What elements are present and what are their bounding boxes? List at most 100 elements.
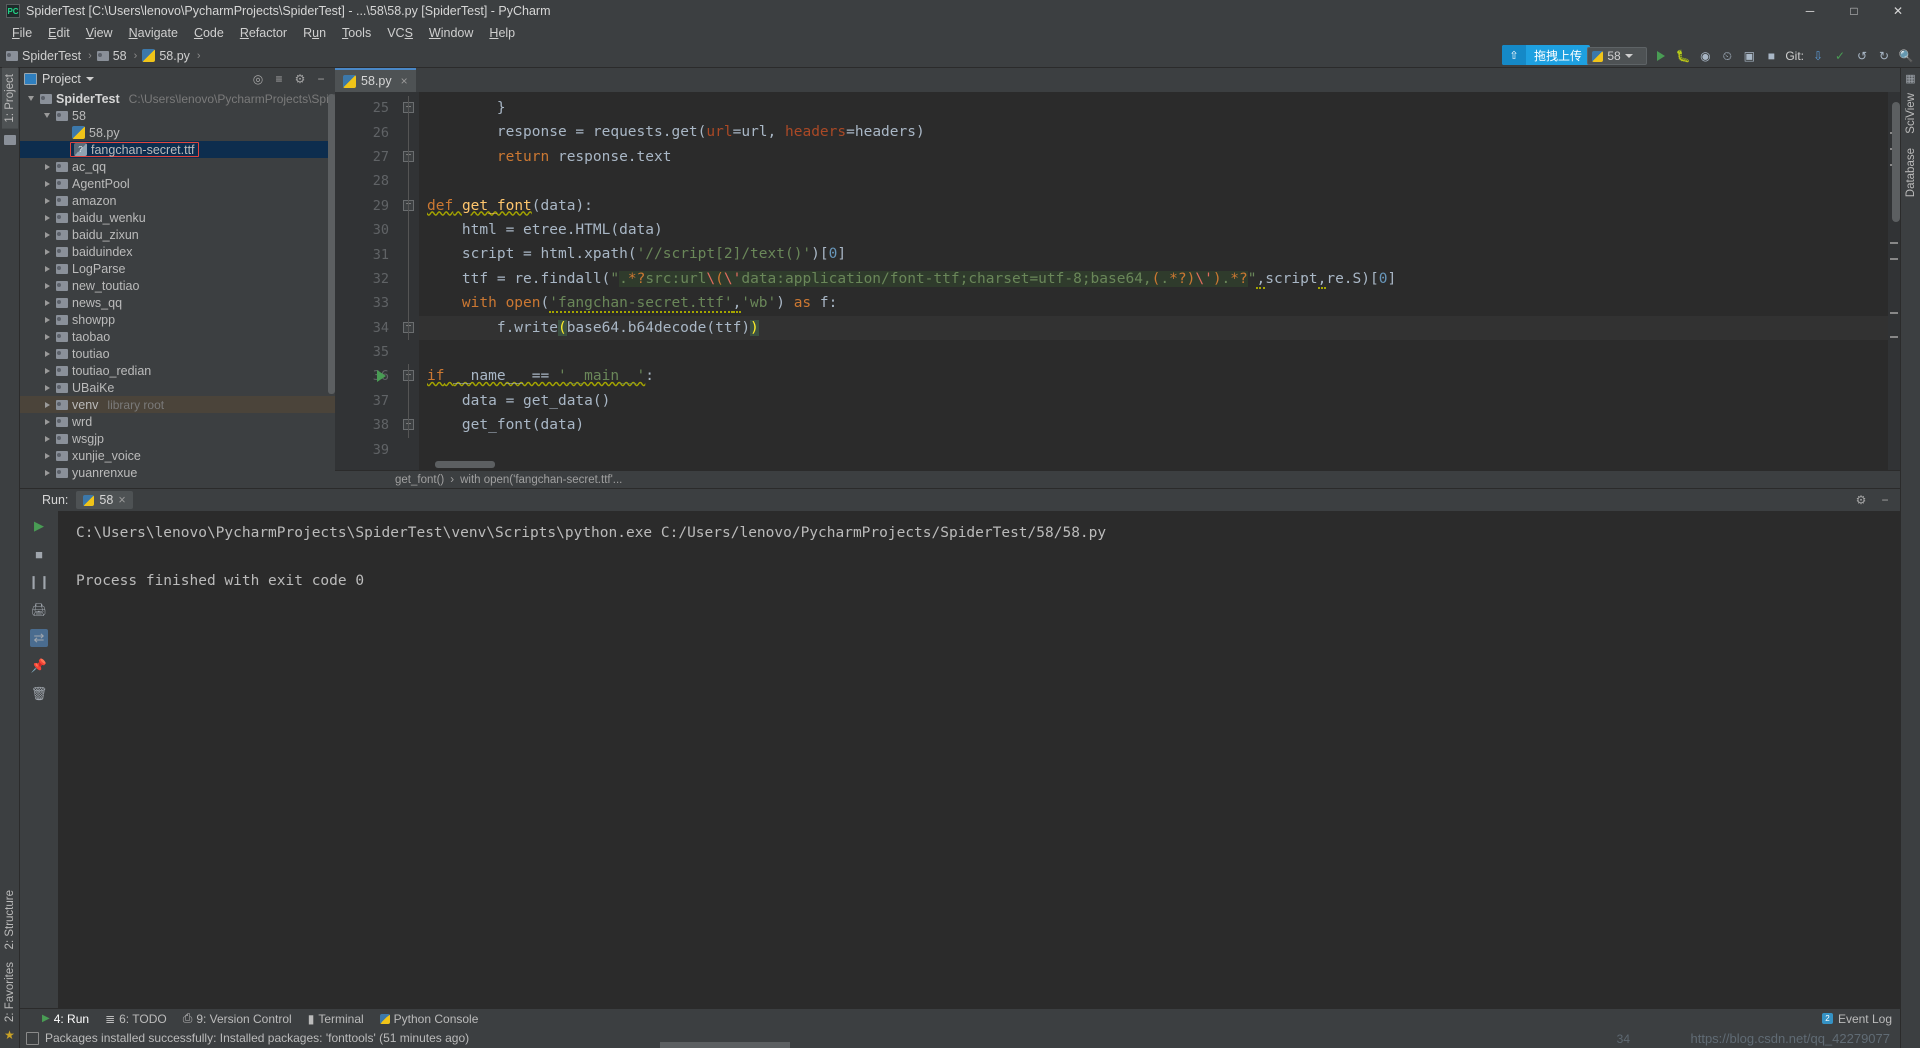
tool-tab-favorites[interactable]: 2: Favorites xyxy=(2,956,18,1028)
code-line[interactable]: f.write(base64.b64decode(ttf)) xyxy=(419,315,1900,340)
rerun-icon[interactable]: ▶ xyxy=(30,517,48,535)
editor-fold-column[interactable]: −−−−−− xyxy=(397,92,419,470)
code-line[interactable]: if __name__ == '__main__': xyxy=(419,364,1900,388)
run-line-icon[interactable] xyxy=(377,370,386,383)
history-icon[interactable]: ↻ xyxy=(1876,48,1892,64)
chevron-right-icon[interactable] xyxy=(42,281,52,291)
commit-icon[interactable]: ✓ xyxy=(1832,48,1848,64)
soft-wrap-icon[interactable]: ⇄ xyxy=(30,629,48,647)
chevron-right-icon[interactable] xyxy=(42,315,52,325)
chevron-right-icon[interactable] xyxy=(42,264,52,274)
code-line[interactable]: } xyxy=(419,96,1900,120)
chevron-down-icon[interactable] xyxy=(26,94,36,104)
breadcrumb-58py[interactable]: 58.py › xyxy=(142,49,203,63)
attach-button[interactable]: ■ xyxy=(1763,48,1779,64)
run-tab-58[interactable]: 58 × xyxy=(76,491,133,509)
tree-row[interactable]: 58 xyxy=(20,107,335,124)
chevron-right-icon[interactable] xyxy=(42,349,52,359)
chevron-right-icon[interactable] xyxy=(42,247,52,257)
tree-row[interactable]: UBaiKe xyxy=(20,379,335,396)
gear-icon[interactable]: ⚙ xyxy=(293,72,307,86)
bottom-tab-todo[interactable]: ≣ 6: TODO xyxy=(105,1012,167,1026)
tree-row[interactable]: new_toutiao xyxy=(20,277,335,294)
tree-row[interactable]: yuanrenxue xyxy=(20,464,335,481)
status-scrollbar[interactable] xyxy=(660,1042,790,1048)
breadcrumb-statement[interactable]: with open('fangchan-secret.ttf'... xyxy=(460,474,622,486)
tree-row[interactable]: toutiao_redian xyxy=(20,362,335,379)
code-line[interactable] xyxy=(419,437,1900,461)
editor-body[interactable]: 25 26 27 28 29 30 31 32 33 34 35 36 37 38 39 −−−−−− } … xyxy=(335,92,1900,470)
tree-row[interactable]: LogParse xyxy=(20,260,335,277)
search-icon[interactable]: 🔍 xyxy=(1898,48,1914,64)
hide-icon[interactable]: − xyxy=(314,72,328,86)
breadcrumb-spidertest[interactable]: SpiderTest › xyxy=(6,49,95,63)
tree-row[interactable]: baidu_zixun xyxy=(20,226,335,243)
event-log-button[interactable]: 2 Event Log xyxy=(1821,1012,1892,1026)
menu-edit[interactable]: Edit xyxy=(40,24,78,42)
debug-button[interactable]: 🐛 xyxy=(1675,48,1691,64)
code-line[interactable] xyxy=(419,169,1900,193)
code-line[interactable]: html = etree.HTML(data) xyxy=(419,218,1900,242)
locate-icon[interactable]: ◎ xyxy=(251,72,265,86)
code-line[interactable]: ttf = re.findall(".*?src:url\(\'data:app… xyxy=(419,267,1900,291)
run-button[interactable] xyxy=(1653,48,1669,64)
chevron-right-icon[interactable] xyxy=(42,213,52,223)
code-line[interactable]: with open('fangchan-secret.ttf','wb') as… xyxy=(419,291,1900,315)
chevron-right-icon[interactable] xyxy=(42,230,52,240)
editor-vertical-scrollbar[interactable] xyxy=(1892,102,1900,222)
code-line[interactable]: data = get_data() xyxy=(419,389,1900,413)
code-line[interactable]: response = requests.get(url=url, headers… xyxy=(419,120,1900,144)
tree-row[interactable]: ? fangchan-secret.ttf xyxy=(20,141,335,158)
pause-icon[interactable]: ❙❙ xyxy=(28,573,50,591)
profile-button[interactable]: ⏲ xyxy=(1719,48,1735,64)
gear-icon[interactable]: ⚙ xyxy=(1854,493,1868,507)
code-line[interactable]: def get_font(data): xyxy=(419,194,1900,218)
breadcrumb-58[interactable]: 58 › xyxy=(96,49,141,63)
menu-vcs[interactable]: VCS xyxy=(379,24,421,42)
stop-button[interactable]: ▣ xyxy=(1741,48,1757,64)
tree-row[interactable]: wsgjp xyxy=(20,430,335,447)
chevron-right-icon[interactable] xyxy=(42,298,52,308)
project-tree[interactable]: SpiderTest C:\Users\lenovo\PycharmProject… xyxy=(20,90,335,488)
editor-gutter[interactable]: 25 26 27 28 29 30 31 32 33 34 35 36 37 38 39 xyxy=(335,92,397,470)
code-line[interactable]: get_font(data) xyxy=(419,413,1900,437)
tool-tab-database[interactable]: Database xyxy=(1903,142,1919,203)
menu-navigate[interactable]: Navigate xyxy=(121,24,186,42)
chevron-right-icon[interactable] xyxy=(42,417,52,427)
tree-row[interactable]: news_qq xyxy=(20,294,335,311)
chevron-right-icon[interactable] xyxy=(42,162,52,172)
close-icon[interactable]: × xyxy=(118,493,125,507)
bottom-tab-terminal[interactable]: ▮ Terminal xyxy=(308,1012,364,1026)
breadcrumb-function[interactable]: get_font() xyxy=(395,474,444,486)
close-icon[interactable]: × xyxy=(401,74,408,88)
tree-row[interactable]: baiduindex xyxy=(20,243,335,260)
chevron-right-icon[interactable] xyxy=(42,468,52,478)
run-configuration-selector[interactable]: 58 xyxy=(1587,47,1648,65)
bottom-tab-python-console[interactable]: Python Console xyxy=(379,1012,478,1026)
menu-view[interactable]: View xyxy=(78,24,121,42)
menu-run[interactable]: Run xyxy=(295,24,334,42)
close-button[interactable]: ✕ xyxy=(1876,0,1920,22)
code-line[interactable]: script = html.xpath('//script[2]/text()'… xyxy=(419,242,1900,266)
chevron-right-icon[interactable] xyxy=(42,196,52,206)
tool-tab-project[interactable]: 1: Project xyxy=(1,68,18,129)
bottom-tab-run[interactable]: ▶ 4: Run xyxy=(42,1012,89,1026)
tree-row[interactable]: toutiao xyxy=(20,345,335,362)
code-line[interactable]: return response.text xyxy=(419,145,1900,169)
pin-icon[interactable]: 📌 xyxy=(30,657,48,675)
tree-row[interactable]: xunjie_voice xyxy=(20,447,335,464)
chevron-right-icon[interactable] xyxy=(42,400,52,410)
collapse-all-icon[interactable]: ≡ xyxy=(272,72,286,86)
tree-row[interactable]: 58.py xyxy=(20,124,335,141)
tool-tab-sciview[interactable]: SciView xyxy=(1903,87,1919,140)
menu-code[interactable]: Code xyxy=(186,24,232,42)
chevron-right-icon[interactable] xyxy=(42,451,52,461)
tree-row[interactable]: taobao xyxy=(20,328,335,345)
print-icon[interactable]: 🖨 xyxy=(30,601,48,619)
menu-help[interactable]: Help xyxy=(481,24,523,42)
tree-row[interactable]: showpp xyxy=(20,311,335,328)
editor-horizontal-scrollbar[interactable] xyxy=(435,461,495,468)
chevron-down-icon[interactable] xyxy=(42,111,52,121)
tree-row[interactable]: ac_qq xyxy=(20,158,335,175)
project-tree-scrollbar[interactable] xyxy=(328,94,335,394)
